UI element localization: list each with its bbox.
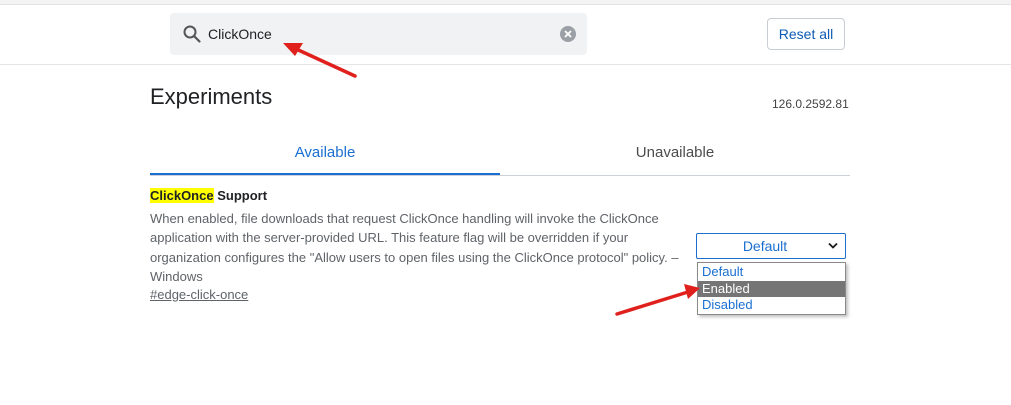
chevron-down-icon bbox=[828, 242, 838, 249]
select-value: Default bbox=[742, 238, 788, 254]
flag-title: ClickOnce Support bbox=[150, 188, 267, 203]
search-highlight: ClickOnce bbox=[150, 188, 214, 203]
option-disabled[interactable]: Disabled bbox=[698, 297, 845, 313]
select-dropdown: Default Enabled Disabled bbox=[697, 262, 846, 315]
flags-header: Reset all bbox=[0, 5, 1011, 65]
flag-description: When enabled, file downloads that reques… bbox=[150, 211, 679, 284]
flag-title-rest: Support bbox=[213, 188, 268, 203]
search-icon bbox=[183, 25, 201, 43]
reset-all-button[interactable]: Reset all bbox=[767, 18, 845, 50]
arrow-to-enabled bbox=[615, 284, 700, 316]
flag-permalink[interactable]: #edge-click-once bbox=[150, 287, 248, 302]
option-default[interactable]: Default bbox=[698, 264, 845, 280]
tab-bar: Available Unavailable bbox=[150, 131, 850, 176]
flag-state-select[interactable]: Default bbox=[696, 233, 846, 259]
clear-icon[interactable] bbox=[560, 26, 576, 42]
version-label: 126.0.2592.81 bbox=[772, 97, 849, 111]
page-title: Experiments bbox=[150, 84, 273, 109]
option-enabled[interactable]: Enabled bbox=[698, 281, 845, 297]
tab-unavailable[interactable]: Unavailable bbox=[500, 131, 850, 174]
tab-available[interactable]: Available bbox=[150, 131, 500, 175]
search-box[interactable] bbox=[170, 13, 587, 55]
search-input[interactable] bbox=[208, 13, 548, 55]
